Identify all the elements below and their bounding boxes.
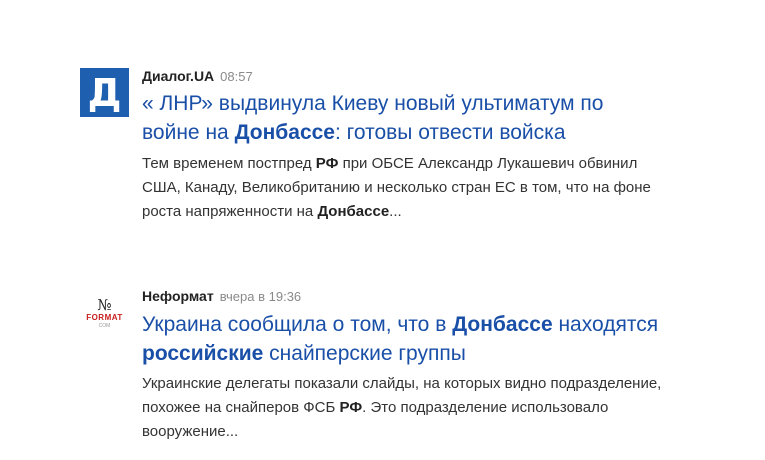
- headline-link[interactable]: « ЛНР» выдвинула Киеву новый ультиматум …: [142, 89, 662, 147]
- logo-letter: Д: [87, 70, 122, 115]
- logo-no: №: [97, 296, 112, 314]
- news-meta: Диалог.UA 08:57: [142, 68, 253, 84]
- logo-format: FORMAT: [86, 313, 123, 322]
- publish-time: вчера в 19:36: [219, 289, 302, 304]
- snippet-highlight: Донбассе: [317, 203, 390, 220]
- source-name[interactable]: Диалог.UA: [142, 68, 214, 84]
- snippet-highlight: РФ: [315, 155, 339, 172]
- headline-text: : готовы отвести войска: [334, 121, 566, 144]
- snippet-text: Тем временем постпред: [142, 155, 316, 172]
- snippet-highlight: РФ: [339, 399, 363, 416]
- publish-time: 08:57: [220, 69, 253, 84]
- snippet-text: ...: [389, 203, 402, 220]
- headline-highlight: российские: [142, 342, 264, 365]
- headline-text: снайперские группы: [263, 342, 466, 365]
- headline-highlight: Донбассе: [234, 121, 335, 144]
- headline-text: находятся: [552, 313, 659, 336]
- news-meta: Неформат вчера в 19:36: [142, 288, 301, 304]
- news-snippet: Украинские делегаты показали слайды, на …: [142, 372, 662, 444]
- source-logo-neformat-icon[interactable]: № FORMAT COM: [80, 296, 129, 345]
- news-snippet: Тем временем постпред РФ при ОБСЕ Алекса…: [142, 152, 662, 224]
- logo-com: COM: [98, 323, 111, 329]
- headline-text: Украина сообщила о том, что в: [142, 313, 453, 336]
- source-logo-dialog-icon[interactable]: Д: [80, 68, 129, 117]
- source-name[interactable]: Неформат: [142, 288, 214, 304]
- headline-link[interactable]: Украина сообщила о том, что в Донбассе н…: [142, 310, 662, 368]
- headline-highlight: Донбассе: [452, 313, 553, 336]
